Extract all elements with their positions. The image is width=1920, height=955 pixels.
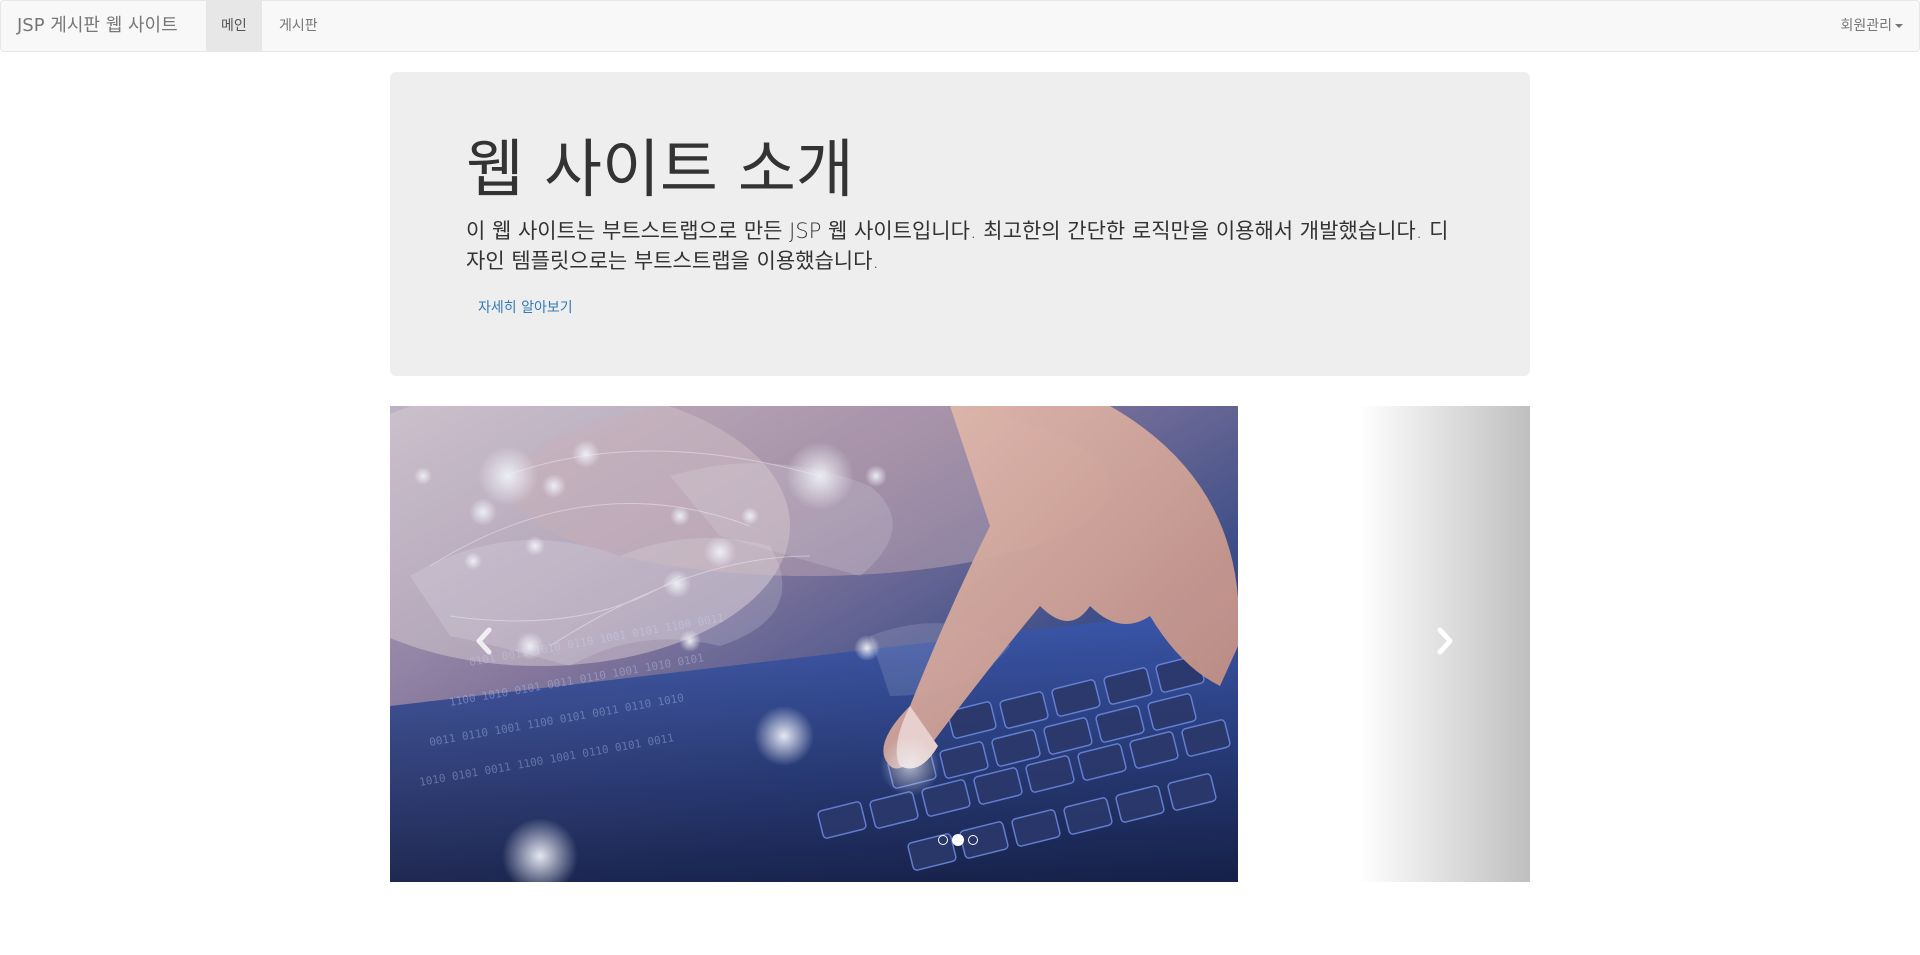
intro-description: 이 웹 사이트는 부트스트랩으로 만든 JSP 웹 사이트입니다. 최고한의 간… bbox=[466, 219, 1449, 273]
learn-more-link[interactable]: 자세히 알아보기 bbox=[478, 297, 573, 317]
chevron-right-icon bbox=[1437, 627, 1453, 655]
member-dropdown[interactable]: 회원관리 bbox=[1840, 1, 1903, 51]
carousel-indicator-2[interactable] bbox=[952, 834, 964, 846]
caret-down-icon bbox=[1895, 24, 1903, 28]
jumbotron: 웹 사이트 소개 이 웹 사이트는 부트스트랩으로 만든 JSP 웹 사이트입니… bbox=[390, 72, 1530, 376]
navbar: JSP 게시판 웹 사이트 메인 게시판 회원관리 bbox=[0, 0, 1920, 52]
carousel-indicators bbox=[938, 834, 978, 846]
carousel-prev-button[interactable] bbox=[390, 406, 561, 882]
nav-item-board[interactable]: 게시판 bbox=[264, 1, 333, 51]
image-carousel: 0101 0011 1010 0110 1001 0101 1100 0011 … bbox=[390, 406, 1530, 882]
carousel-next-button[interactable] bbox=[1359, 406, 1530, 882]
chevron-left-icon bbox=[476, 627, 492, 655]
member-dropdown-label: 회원관리 bbox=[1840, 18, 1892, 34]
brand-link[interactable]: JSP 게시판 웹 사이트 bbox=[17, 1, 178, 51]
carousel-indicator-3[interactable] bbox=[968, 835, 978, 845]
page-title: 웹 사이트 소개 bbox=[466, 133, 854, 206]
carousel-indicator-1[interactable] bbox=[938, 835, 948, 845]
nav-item-main[interactable]: 메인 bbox=[206, 1, 262, 51]
